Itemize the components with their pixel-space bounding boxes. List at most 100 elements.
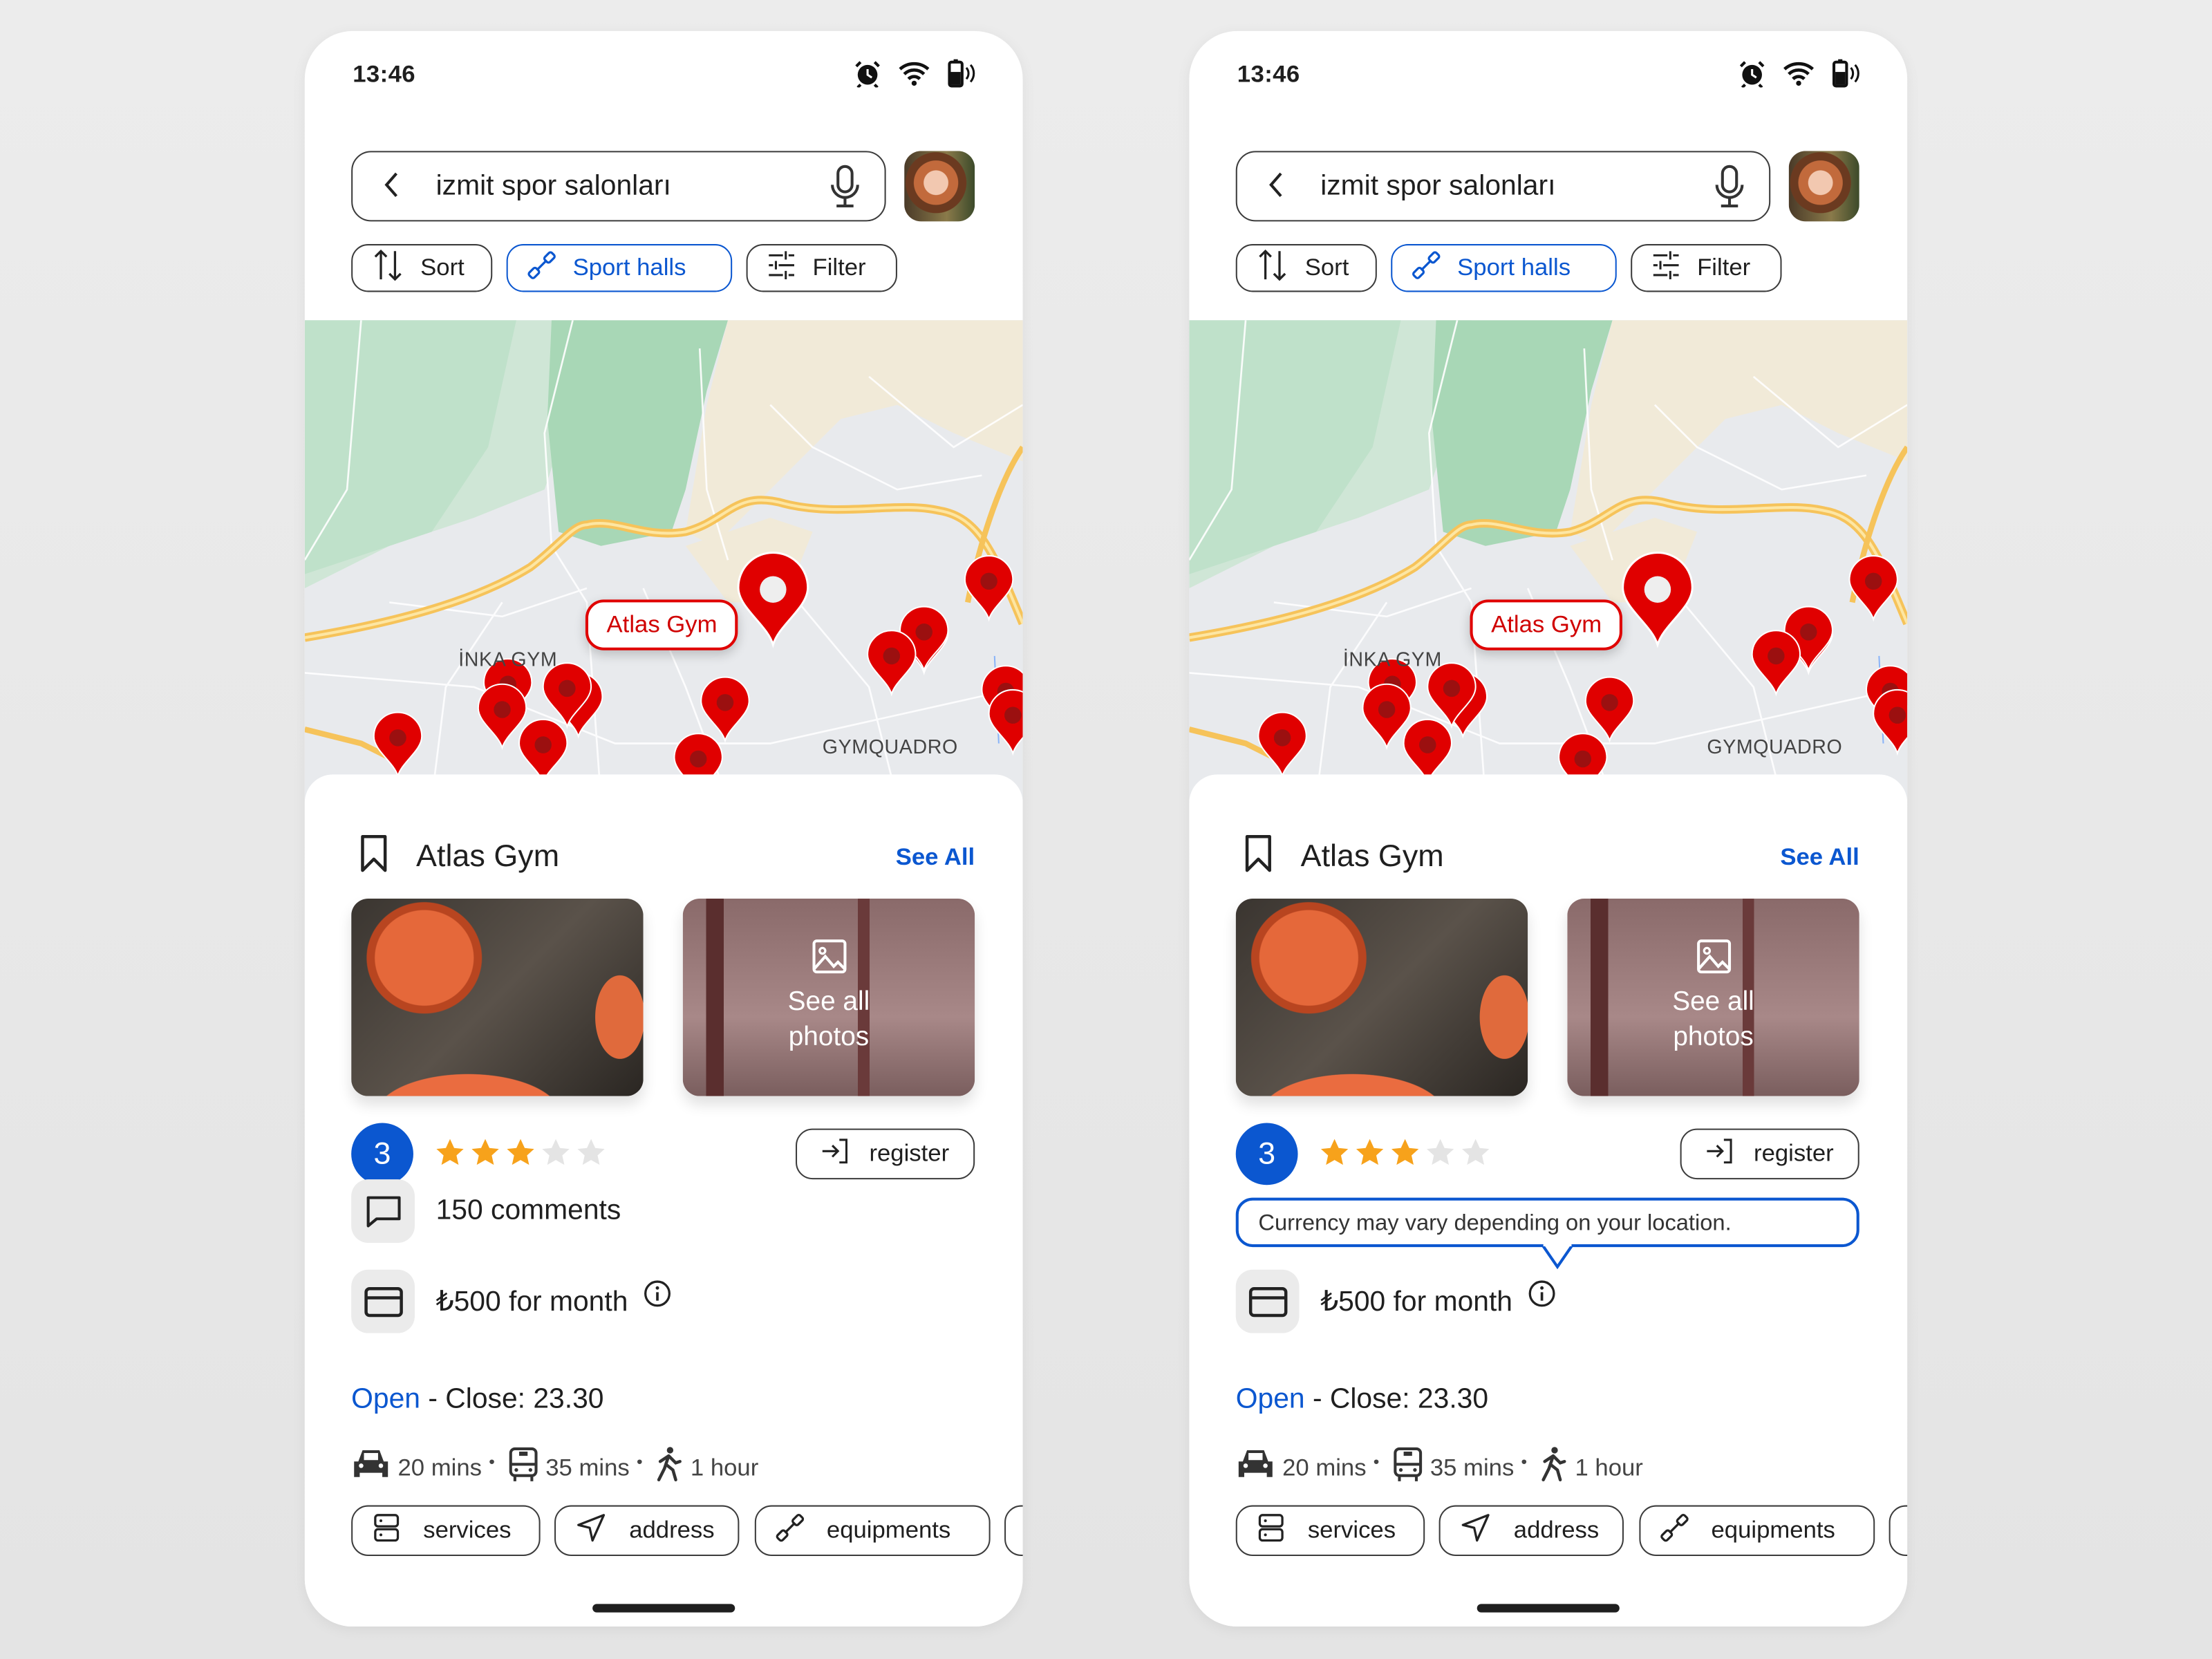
chip-label: Sort (420, 254, 465, 281)
see-all-photos-button[interactable]: See all photos (682, 898, 975, 1096)
place-photo[interactable] (351, 898, 644, 1096)
travel-time: 35 mins (545, 1454, 630, 1481)
tag-equipments[interactable]: equipments (754, 1505, 991, 1557)
star-empty-icon (541, 1137, 572, 1175)
walking-icon (1539, 1446, 1568, 1490)
see-all-photos-button[interactable]: See all photos (1567, 898, 1859, 1096)
close-time: - Close: 23.30 (420, 1384, 604, 1415)
place-photo[interactable] (1235, 898, 1528, 1096)
wifi-icon (899, 61, 930, 93)
avatar[interactable] (1788, 151, 1859, 222)
search-bar[interactable]: izmit spor salonları (1235, 151, 1771, 222)
open-status: Open (1235, 1384, 1305, 1415)
bookmark-icon[interactable] (358, 834, 389, 880)
chip-filter[interactable]: Filter (746, 244, 897, 292)
chip-sort[interactable]: Sort (351, 244, 493, 292)
chip-sort[interactable]: Sort (1235, 244, 1377, 292)
server-icon (1257, 1512, 1285, 1550)
back-arrow-icon[interactable] (381, 171, 404, 206)
see-all-photos-label: See all photos (787, 987, 870, 1053)
star-filled-icon (435, 1137, 466, 1175)
map[interactable]: Atlas Gym İNKA GYM GYMQUADRO (304, 319, 1023, 800)
status-icons (1738, 58, 1862, 96)
tag-more[interactable] (1004, 1505, 1023, 1557)
info-icon[interactable] (1528, 1279, 1556, 1315)
status-time: 13:46 (353, 60, 415, 88)
microphone-icon[interactable] (1714, 164, 1745, 216)
home-indicator[interactable] (592, 1604, 735, 1613)
info-icon[interactable] (644, 1279, 672, 1315)
tag-label: services (1307, 1516, 1396, 1544)
phone-screen-default: 13:46 izmit spor salonları Sort Sport hal… (304, 30, 1023, 1627)
map-label: İNKA GYM (1342, 647, 1442, 671)
status-icons (854, 58, 978, 96)
travel-time: 20 mins (397, 1454, 482, 1481)
sliders-icon (1652, 250, 1680, 285)
sort-arrows-icon (373, 247, 404, 288)
alarm-icon (1738, 59, 1766, 95)
chip-sport-halls[interactable]: Sport halls (1391, 244, 1617, 292)
star-filled-icon (1354, 1137, 1385, 1175)
tag-services[interactable]: services (351, 1505, 541, 1557)
separator-dot: • (1521, 1450, 1528, 1471)
chip-label: Filter (812, 254, 866, 281)
sort-arrows-icon (1257, 247, 1288, 288)
selected-place-label[interactable]: Atlas Gym (585, 599, 739, 650)
home-indicator[interactable] (1477, 1604, 1620, 1613)
comparison-canvas: 13:46 izmit spor salonları Sort Sport hal… (0, 0, 2212, 1659)
tag-label: address (629, 1516, 715, 1544)
star-filled-icon (1319, 1137, 1350, 1175)
image-icon (810, 939, 847, 982)
place-name: Atlas Gym (416, 838, 560, 874)
price-row: ₺500 for month (1235, 1269, 1557, 1333)
tag-equipments[interactable]: equipments (1639, 1505, 1875, 1557)
open-status: Open (351, 1384, 421, 1415)
comments-row[interactable]: 150 comments (351, 1179, 621, 1243)
register-button[interactable]: register (1680, 1128, 1859, 1180)
map-label: GYMQUADRO (1707, 735, 1843, 758)
see-all-link[interactable]: See All (1780, 843, 1859, 872)
price: ₺500 for month (1320, 1286, 1513, 1318)
tooltip-text: Currency may vary depending on your loca… (1258, 1212, 1732, 1236)
star-rating (435, 1137, 607, 1175)
place-details-sheet: Atlas Gym See All See all photos 3 regis… (1189, 774, 1908, 1627)
register-label: register (1754, 1139, 1834, 1167)
chip-sport-halls[interactable]: Sport halls (506, 244, 733, 292)
chip-label: Sort (1304, 254, 1349, 281)
chip-filter[interactable]: Filter (1631, 244, 1782, 292)
avatar[interactable] (904, 151, 975, 222)
chip-label: Sport halls (1457, 254, 1571, 281)
tag-address[interactable]: address (554, 1505, 740, 1557)
back-arrow-icon[interactable] (1266, 171, 1288, 206)
register-label: register (869, 1139, 950, 1167)
tag-label: equipments (826, 1516, 951, 1544)
dumbbell-icon (1660, 1512, 1689, 1548)
comment-icon (351, 1179, 415, 1243)
search-input[interactable]: izmit spor salonları (1320, 171, 1555, 203)
tooltip-pointer (1541, 1244, 1573, 1270)
opening-hours: Open - Close: 23.30 (351, 1384, 603, 1416)
place-name: Atlas Gym (1300, 838, 1444, 874)
tag-address[interactable]: address (1438, 1505, 1624, 1557)
credit-card-icon (351, 1269, 415, 1333)
search-bar[interactable]: izmit spor salonları (351, 151, 886, 222)
phone-screen-currency-tooltip: 13:46 izmit spor salonları Sort Sport hal… (1189, 30, 1908, 1627)
map-label: İNKA GYM (458, 647, 558, 671)
chip-label: Filter (1697, 254, 1751, 281)
selected-place-label[interactable]: Atlas Gym (1470, 599, 1623, 650)
travel-time: 1 hour (690, 1454, 759, 1481)
bookmark-icon[interactable] (1243, 834, 1274, 880)
tag-services[interactable]: services (1235, 1505, 1425, 1557)
tag-more[interactable] (1888, 1505, 1908, 1557)
register-button[interactable]: register (796, 1128, 975, 1180)
star-filled-icon (1389, 1137, 1421, 1175)
tag-label: equipments (1711, 1516, 1835, 1544)
see-all-link[interactable]: See All (896, 843, 975, 872)
bus-icon (1392, 1446, 1423, 1490)
comments-count: 150 comments (435, 1194, 621, 1226)
microphone-icon[interactable] (830, 164, 861, 216)
search-input[interactable]: izmit spor salonları (436, 171, 671, 203)
rating-badge: 3 (1235, 1123, 1298, 1185)
map[interactable]: Atlas Gym İNKA GYM GYMQUADRO (1189, 319, 1908, 800)
travel-time: 1 hour (1575, 1454, 1643, 1481)
